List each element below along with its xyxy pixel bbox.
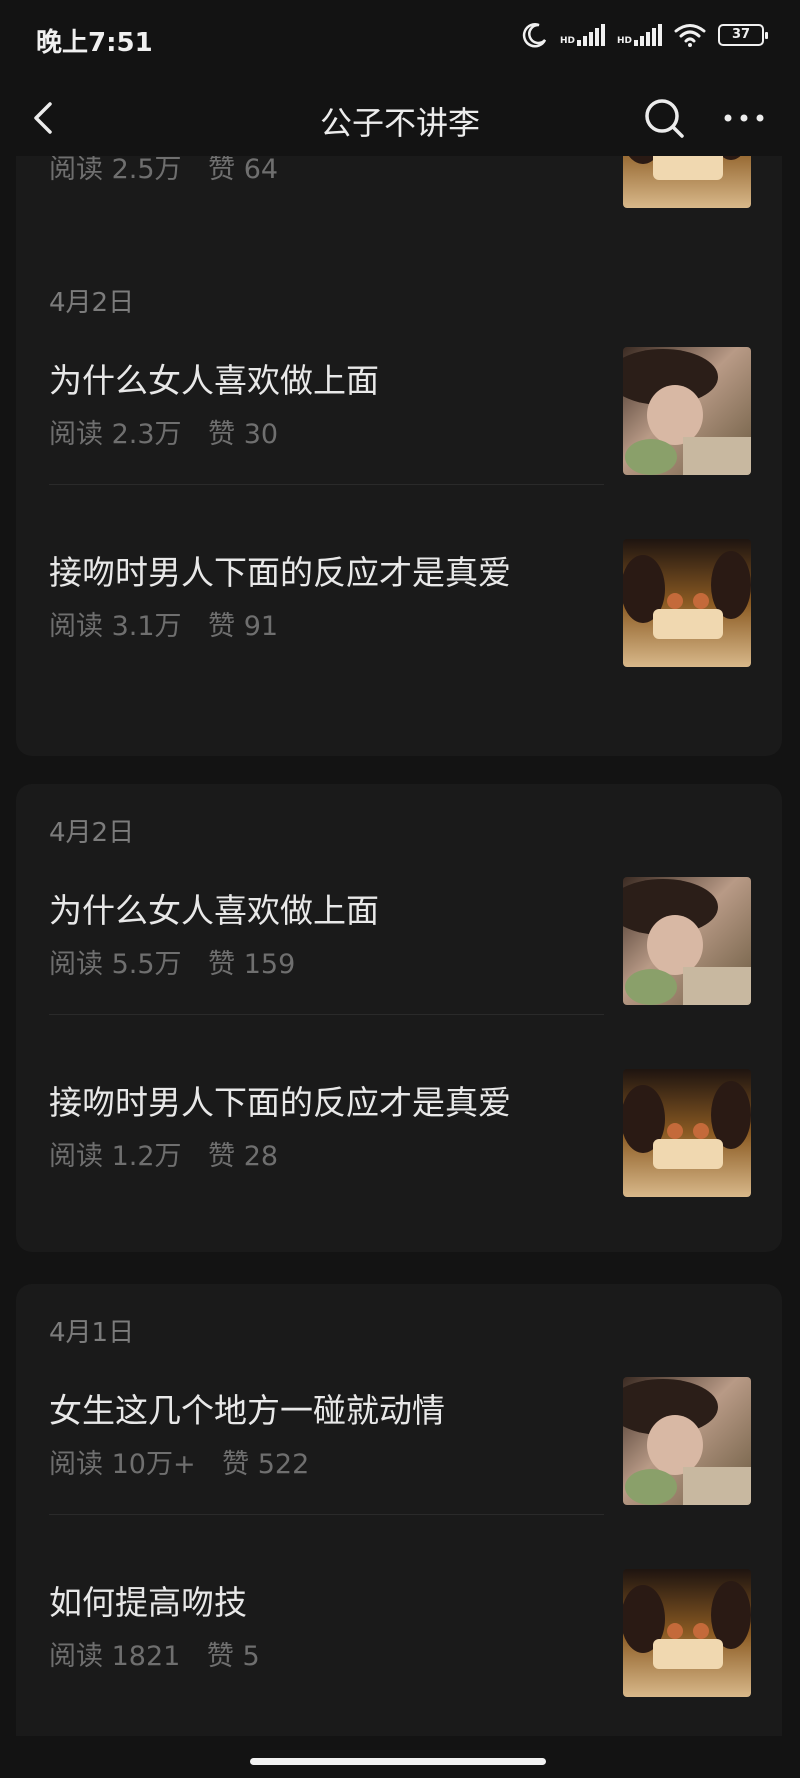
article-thumbnail bbox=[623, 877, 751, 1005]
article-meta: 阅读 1.2万 赞 28 bbox=[49, 1134, 278, 1173]
divider bbox=[49, 484, 604, 485]
article-title: 为什么女人喜欢做上面 bbox=[49, 361, 379, 400]
read-count: 阅读 10万+ bbox=[49, 1449, 196, 1480]
battery-icon: 37 bbox=[718, 24, 768, 46]
article-title: 女生这几个地方一碰就动情 bbox=[49, 1391, 445, 1430]
nav-bar: 公子不讲李 bbox=[0, 80, 800, 156]
article-thumbnail bbox=[623, 1569, 751, 1697]
article-meta: 阅读 3.1万 赞 91 bbox=[49, 604, 278, 643]
article-list[interactable]: 阅读 2.5万 赞 64 4月2日 为什么女人喜欢做上面 阅读 2.3万 赞 3… bbox=[0, 156, 800, 1736]
article-item[interactable]: 如何提高吻技 阅读 1821 赞 5 bbox=[16, 1556, 782, 1706]
article-item[interactable]: 阅读 2.5万 赞 64 bbox=[16, 156, 782, 216]
home-indicator[interactable] bbox=[250, 1758, 546, 1765]
read-count: 阅读 2.5万 bbox=[49, 156, 182, 185]
signal-bars-icon bbox=[634, 24, 662, 46]
article-item[interactable]: 接吻时男人下面的反应才是真爱 阅读 1.2万 赞 28 bbox=[16, 1056, 782, 1206]
more-options-icon[interactable] bbox=[720, 94, 768, 142]
article-group: 阅读 2.5万 赞 64 4月2日 为什么女人喜欢做上面 阅读 2.3万 赞 3… bbox=[16, 156, 782, 756]
read-count: 阅读 1.2万 bbox=[49, 1141, 182, 1172]
article-meta: 阅读 5.5万 赞 159 bbox=[49, 942, 295, 981]
article-thumbnail bbox=[623, 539, 751, 667]
divider bbox=[49, 1014, 604, 1015]
article-thumbnail bbox=[623, 156, 751, 208]
article-item[interactable]: 为什么女人喜欢做上面 阅读 5.5万 赞 159 bbox=[16, 864, 782, 1014]
status-icons: HD HD 37 bbox=[522, 22, 768, 48]
article-meta: 阅读 2.5万 赞 64 bbox=[49, 156, 278, 186]
article-group: 4月1日 女生这几个地方一碰就动情 阅读 10万+ 赞 522 如何提高吻技 阅… bbox=[16, 1284, 782, 1736]
article-title: 接吻时男人下面的反应才是真爱 bbox=[49, 1083, 511, 1122]
article-title: 如何提高吻技 bbox=[49, 1583, 247, 1622]
article-item[interactable]: 女生这几个地方一碰就动情 阅读 10万+ 赞 522 bbox=[16, 1364, 782, 1514]
article-title: 接吻时男人下面的反应才是真爱 bbox=[49, 553, 511, 592]
read-count: 阅读 1821 bbox=[49, 1641, 181, 1672]
group-date: 4月2日 bbox=[49, 288, 135, 318]
divider bbox=[49, 1514, 604, 1515]
article-item[interactable]: 接吻时男人下面的反应才是真爱 阅读 3.1万 赞 91 bbox=[16, 526, 782, 676]
signal-bars-icon bbox=[576, 24, 605, 46]
signal-2: HD bbox=[617, 24, 662, 46]
like-count: 赞 5 bbox=[206, 1641, 260, 1672]
like-count: 赞 159 bbox=[208, 949, 296, 980]
search-icon[interactable] bbox=[640, 94, 688, 142]
like-count: 赞 30 bbox=[208, 419, 279, 450]
like-count: 赞 91 bbox=[208, 611, 279, 642]
status-time: 晚上7:51 bbox=[36, 28, 153, 58]
article-item[interactable]: 为什么女人喜欢做上面 阅读 2.3万 赞 30 bbox=[16, 334, 782, 484]
like-count: 赞 64 bbox=[208, 156, 279, 185]
article-group: 4月2日 为什么女人喜欢做上面 阅读 5.5万 赞 159 接吻时男人下面的反应… bbox=[16, 784, 782, 1252]
article-title: 为什么女人喜欢做上面 bbox=[49, 891, 379, 930]
group-date: 4月2日 bbox=[49, 818, 135, 848]
article-meta: 阅读 10万+ 赞 522 bbox=[49, 1442, 309, 1481]
article-thumbnail bbox=[623, 1377, 751, 1505]
moon-icon bbox=[522, 23, 547, 48]
read-count: 阅读 2.3万 bbox=[49, 419, 182, 450]
wifi-icon bbox=[674, 24, 706, 47]
hd-label: HD bbox=[559, 36, 575, 46]
article-meta: 阅读 2.3万 赞 30 bbox=[49, 412, 278, 451]
hd-label: HD bbox=[616, 36, 632, 46]
like-count: 赞 522 bbox=[222, 1449, 310, 1480]
signal-1: HD bbox=[560, 24, 605, 46]
like-count: 赞 28 bbox=[208, 1141, 279, 1172]
article-thumbnail bbox=[623, 1069, 751, 1197]
article-thumbnail bbox=[623, 347, 751, 475]
status-bar: 晚上7:51 HD HD 37 bbox=[0, 0, 800, 80]
read-count: 阅读 5.5万 bbox=[49, 949, 182, 980]
read-count: 阅读 3.1万 bbox=[49, 611, 182, 642]
article-meta: 阅读 1821 赞 5 bbox=[49, 1634, 260, 1673]
group-date: 4月1日 bbox=[49, 1318, 135, 1348]
